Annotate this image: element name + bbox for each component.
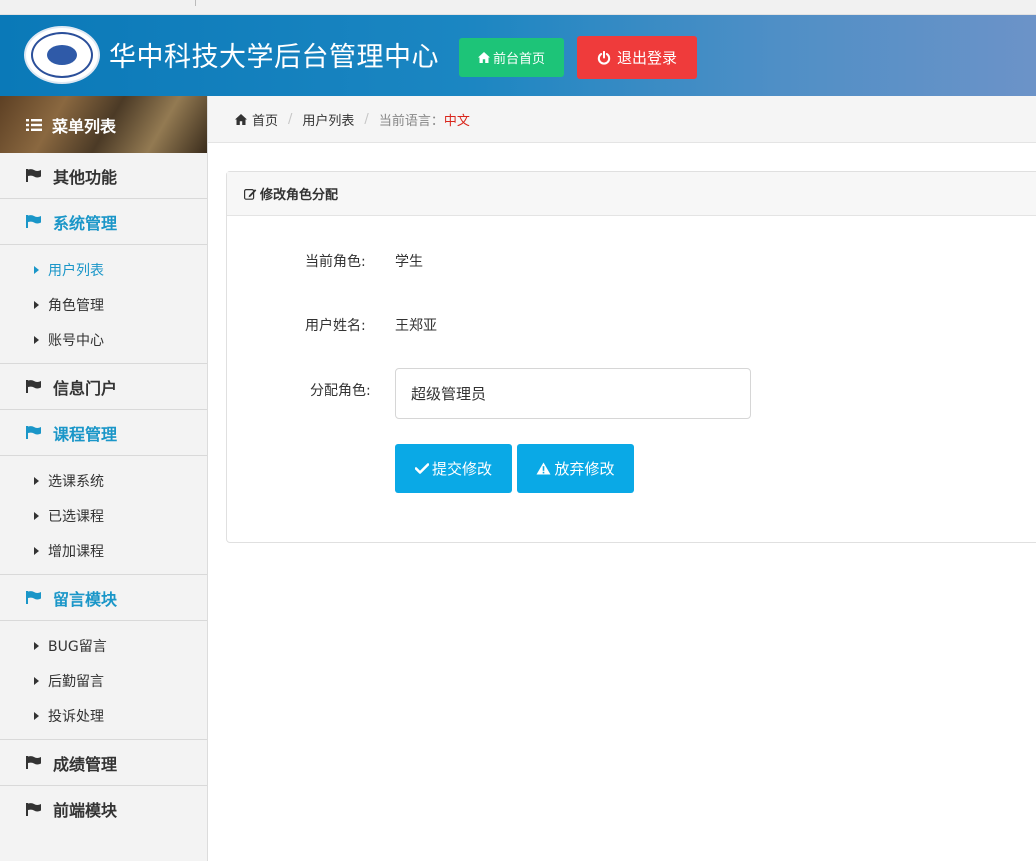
menu-group-grades[interactable]: 成绩管理	[0, 740, 207, 786]
breadcrumb-home-link[interactable]: 首页	[252, 110, 278, 129]
assign-role-select[interactable]: 超级管理员	[395, 368, 751, 419]
sidebar-item-label: 账号中心	[48, 332, 104, 349]
flag-icon	[26, 380, 41, 393]
panel-title: 修改角色分配	[260, 188, 339, 203]
sidebar-item-complaints[interactable]: 投诉处理	[0, 698, 207, 733]
breadcrumb: 首页 / 用户列表 / 当前语言： 中文	[208, 96, 1036, 143]
sidebar-item-label: 投诉处理	[48, 708, 104, 725]
menu-group-label: 信息门户	[53, 378, 118, 398]
submit-changes-button[interactable]: 提交修改	[395, 444, 512, 493]
breadcrumb-language-label: 当前语言：	[378, 113, 444, 129]
strip-divider	[195, 0, 196, 6]
breadcrumb-separator: /	[288, 111, 293, 127]
university-logo	[24, 26, 100, 84]
check-icon	[414, 463, 429, 474]
flag-icon	[26, 215, 41, 228]
logout-button[interactable]: 退出登录	[577, 36, 697, 79]
panel-header: 修改角色分配	[227, 172, 1036, 216]
submenu-course: 选课系统 已选课程 增加课程	[0, 456, 207, 575]
power-icon	[597, 50, 611, 65]
menu-group-label: 成绩管理	[53, 754, 118, 774]
flag-icon	[26, 169, 41, 182]
frontend-home-button[interactable]: 前台首页	[459, 38, 564, 77]
discard-changes-label: 放弃修改	[554, 460, 615, 478]
sidebar-item-logistics-messages[interactable]: 后勤留言	[0, 663, 207, 698]
breadcrumb-language-value: 中文	[443, 113, 470, 129]
menu-group-info-portal[interactable]: 信息门户	[0, 364, 207, 410]
caret-right-icon	[34, 711, 39, 720]
menu-group-label: 其他功能	[53, 167, 118, 187]
sidebar-item-label: 增加课程	[48, 543, 104, 560]
discard-changes-button[interactable]: 放弃修改	[517, 444, 634, 493]
sidebar-item-label: 已选课程	[48, 508, 104, 525]
caret-right-icon	[34, 546, 39, 555]
username-value: 王郑亚	[395, 318, 437, 334]
sidebar-item-label: 角色管理	[48, 297, 104, 314]
sidebar-item-role-management[interactable]: 角色管理	[0, 287, 207, 322]
caret-right-icon	[34, 300, 39, 309]
sidebar-item-user-list[interactable]: 用户列表	[0, 252, 207, 287]
frontend-home-label: 前台首页	[492, 52, 545, 67]
current-role-label: 当前角色:	[305, 254, 366, 270]
caret-right-icon	[34, 476, 39, 485]
sidebar-item-label: 用户列表	[48, 262, 104, 279]
sidebar-item-label: 选课系统	[48, 473, 104, 490]
browser-top-strip	[0, 0, 1036, 15]
current-role-value: 学生	[395, 254, 423, 270]
sidebar-item-selected-courses[interactable]: 已选课程	[0, 498, 207, 533]
role-edit-panel: 修改角色分配 当前角色: 学生 用户姓名: 王郑亚 分配角色: 超级管理员 提交…	[226, 171, 1036, 543]
logout-label: 退出登录	[616, 49, 677, 67]
assign-role-label: 分配角色:	[310, 383, 371, 399]
header-bar: 华中科技大学后台管理中心 前台首页 退出登录	[0, 15, 1036, 96]
sidebar-item-label: 后勤留言	[48, 673, 104, 690]
submit-changes-label: 提交修改	[431, 460, 492, 478]
submenu-system: 用户列表 角色管理 账号中心	[0, 245, 207, 364]
username-label: 用户姓名:	[305, 318, 366, 334]
menu-group-course[interactable]: 课程管理	[0, 410, 207, 456]
caret-right-icon	[34, 335, 39, 344]
flag-icon	[26, 802, 41, 816]
flag-icon	[26, 756, 41, 769]
caret-right-icon	[34, 641, 39, 650]
sidebar-item-bug-messages[interactable]: BUG留言	[0, 628, 207, 663]
sidebar-item-label: BUG留言	[48, 638, 107, 655]
sidebar-header: 菜单列表	[0, 96, 207, 153]
menu-group-label: 留言模块	[53, 589, 118, 609]
breadcrumb-user-list-link[interactable]: 用户列表	[302, 110, 354, 129]
warning-icon	[536, 462, 551, 475]
menu-group-system[interactable]: 系统管理	[0, 199, 207, 245]
flag-icon	[26, 591, 41, 604]
menu-group-label: 前端模块	[53, 801, 118, 820]
edit-icon	[244, 188, 257, 200]
menu-group-messages[interactable]: 留言模块	[0, 575, 207, 621]
breadcrumb-separator: /	[364, 111, 369, 127]
home-icon	[477, 52, 490, 63]
flag-icon	[26, 426, 41, 439]
sidebar-menu: 菜单列表 其他功能 系统管理 用户列表 角色管理 账号中心 信息门户 课程管理	[0, 96, 208, 861]
caret-right-icon	[34, 265, 39, 274]
assign-role-selected-value: 超级管理员	[411, 385, 487, 403]
submenu-messages: BUG留言 后勤留言 投诉处理	[0, 621, 207, 740]
menu-group-label: 系统管理	[53, 213, 118, 233]
list-icon	[26, 118, 42, 131]
home-icon	[235, 113, 247, 125]
header-title: 华中科技大学后台管理中心	[109, 42, 439, 73]
sidebar-item-account-center[interactable]: 账号中心	[0, 322, 207, 357]
menu-group-frontend[interactable]: 前端模块	[0, 786, 207, 832]
menu-group-label: 课程管理	[53, 424, 118, 444]
sidebar-item-add-course[interactable]: 增加课程	[0, 533, 207, 568]
caret-right-icon	[34, 511, 39, 520]
caret-right-icon	[34, 676, 39, 685]
logo-core	[47, 45, 77, 65]
menu-group-other[interactable]: 其他功能	[0, 153, 207, 199]
sidebar-title: 菜单列表	[52, 116, 117, 136]
sidebar-item-course-selection[interactable]: 选课系统	[0, 463, 207, 498]
